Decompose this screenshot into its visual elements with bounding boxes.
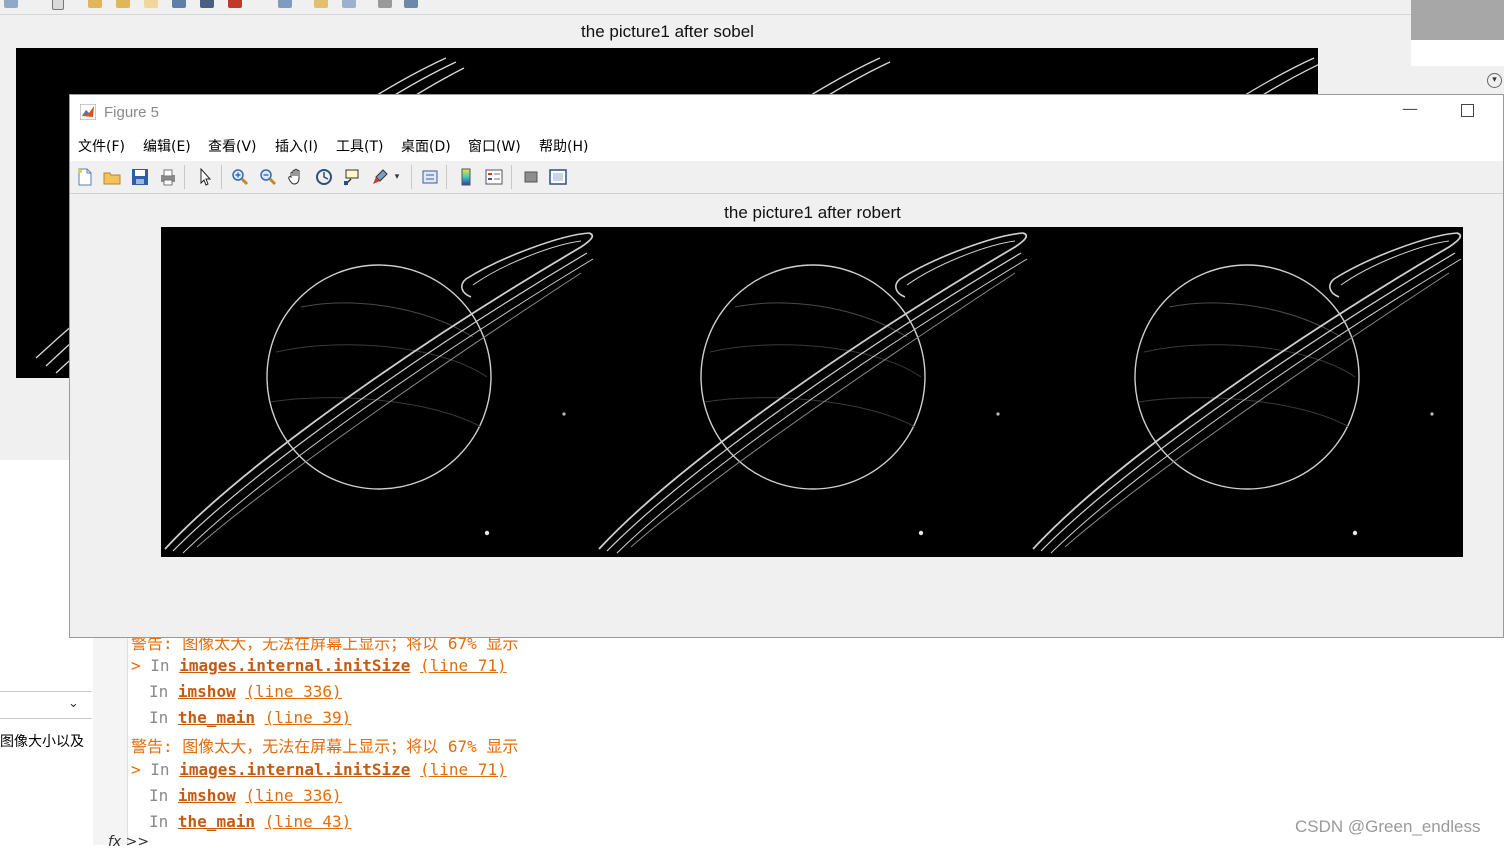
trace-function-link[interactable]: images.internal.initSize	[179, 760, 410, 779]
hide-plot-tools-icon[interactable]	[378, 0, 392, 8]
trace-line: In the_main (line 43)	[149, 812, 352, 831]
trace-function-link[interactable]: imshow	[178, 682, 236, 701]
right-panel-header	[1411, 0, 1504, 40]
link-plot-icon[interactable]	[278, 0, 292, 8]
saturn-edge-image	[161, 227, 1463, 557]
colorbar-icon[interactable]	[455, 166, 477, 188]
command-prompt[interactable]: fx >>	[108, 834, 149, 850]
watermark: CSDN @Green_endless	[1295, 817, 1481, 836]
zoom-in-icon[interactable]	[88, 0, 102, 8]
rotate-3d-icon[interactable]	[172, 0, 186, 8]
minimize-icon[interactable]: —	[1400, 99, 1420, 119]
trace-function-link[interactable]: images.internal.initSize	[179, 656, 410, 675]
menu-help[interactable]: 帮助(H)	[539, 136, 588, 156]
legend-icon[interactable]	[483, 166, 505, 188]
menu-window[interactable]: 窗口(W)	[468, 136, 521, 156]
trace-line: In imshow (line 336)	[149, 682, 342, 701]
zoom-in-icon[interactable]	[229, 166, 251, 188]
figure-toolbar: ▾	[70, 161, 1503, 194]
legend-icon[interactable]	[342, 0, 356, 8]
data-cursor-icon[interactable]	[341, 166, 363, 188]
print-icon[interactable]	[157, 166, 179, 188]
maximize-icon[interactable]	[1461, 104, 1474, 117]
menu-view[interactable]: 查看(V)	[208, 136, 257, 156]
zoom-out-icon[interactable]	[116, 0, 130, 8]
pointer-icon[interactable]	[194, 166, 216, 188]
figure-5-titlebar[interactable]: Figure 5 —	[70, 95, 1503, 129]
trace-line: In the_main (line 39)	[149, 708, 352, 727]
brush-icon[interactable]	[369, 166, 391, 188]
chevron-down-icon[interactable]: ⌄	[68, 696, 79, 711]
colorbar-icon[interactable]	[314, 0, 328, 8]
pan-hand-icon[interactable]	[285, 166, 307, 188]
rotate-3d-icon[interactable]	[313, 166, 335, 188]
zoom-out-icon[interactable]	[257, 166, 279, 188]
trace-line-link[interactable]: (line 71)	[420, 656, 507, 675]
matlab-logo-icon	[79, 103, 97, 121]
trace-function-link[interactable]: the_main	[178, 812, 255, 831]
chevron-right-icon: >	[131, 656, 141, 675]
figure-5-window: Figure 5 — 文件(F) 编辑(E) 查看(V) 插入(I) 工具(T)…	[69, 94, 1504, 638]
link-plot-icon[interactable]	[419, 166, 441, 188]
chevron-right-icon: >	[131, 760, 141, 779]
right-panel-field[interactable]	[1411, 40, 1504, 67]
menu-tools[interactable]: 工具(T)	[336, 136, 383, 156]
warning-line: 警告: 图像太大，无法在屏幕上显示；将以 67% 显示	[131, 737, 519, 756]
menu-edit[interactable]: 编辑(E)	[143, 136, 191, 156]
background-figure-toolbar	[0, 0, 1411, 15]
trace-line-link[interactable]: (line 39)	[265, 708, 352, 727]
show-plot-tools-icon[interactable]	[404, 0, 418, 8]
trace-line-link[interactable]: (line 43)	[265, 812, 352, 831]
menu-insert[interactable]: 插入(I)	[275, 136, 318, 156]
menu-file[interactable]: 文件(F)	[78, 136, 125, 156]
new-figure-icon[interactable]	[74, 166, 96, 188]
window-title: Figure 5	[104, 104, 160, 121]
trace-line-link[interactable]: (line 71)	[420, 760, 507, 779]
trace-line: > In images.internal.initSize (line 71)	[131, 656, 507, 675]
brush-icon[interactable]	[228, 0, 242, 8]
data-cursor-icon[interactable]	[200, 0, 214, 8]
pointer-icon[interactable]	[52, 0, 64, 10]
menu-desktop[interactable]: 桌面(D)	[401, 136, 451, 156]
toolbar-icon[interactable]	[4, 0, 18, 8]
save-icon[interactable]	[129, 166, 151, 188]
axes-title: the picture1 after robert	[724, 203, 901, 222]
left-panel-text: 图像大小以及	[0, 734, 84, 750]
pan-hand-icon[interactable]	[144, 0, 158, 8]
show-plot-tools-icon[interactable]	[547, 166, 569, 188]
trace-function-link[interactable]: imshow	[178, 786, 236, 805]
open-file-icon[interactable]	[101, 166, 123, 188]
brush-dropdown-icon[interactable]: ▾	[392, 166, 402, 188]
hide-plot-tools-icon[interactable]	[520, 166, 542, 188]
trace-line-link[interactable]: (line 336)	[245, 682, 341, 701]
chevron-down-icon[interactable]: ▾	[1487, 73, 1502, 88]
figure-menubar: 文件(F) 编辑(E) 查看(V) 插入(I) 工具(T) 桌面(D) 窗口(W…	[70, 129, 1503, 162]
trace-line-link[interactable]: (line 336)	[245, 786, 341, 805]
trace-function-link[interactable]: the_main	[178, 708, 255, 727]
trace-line: In imshow (line 336)	[149, 786, 342, 805]
trace-line: > In images.internal.initSize (line 71)	[131, 760, 507, 779]
background-axes-title: the picture1 after sobel	[581, 22, 754, 41]
command-window-gutter	[93, 638, 128, 845]
